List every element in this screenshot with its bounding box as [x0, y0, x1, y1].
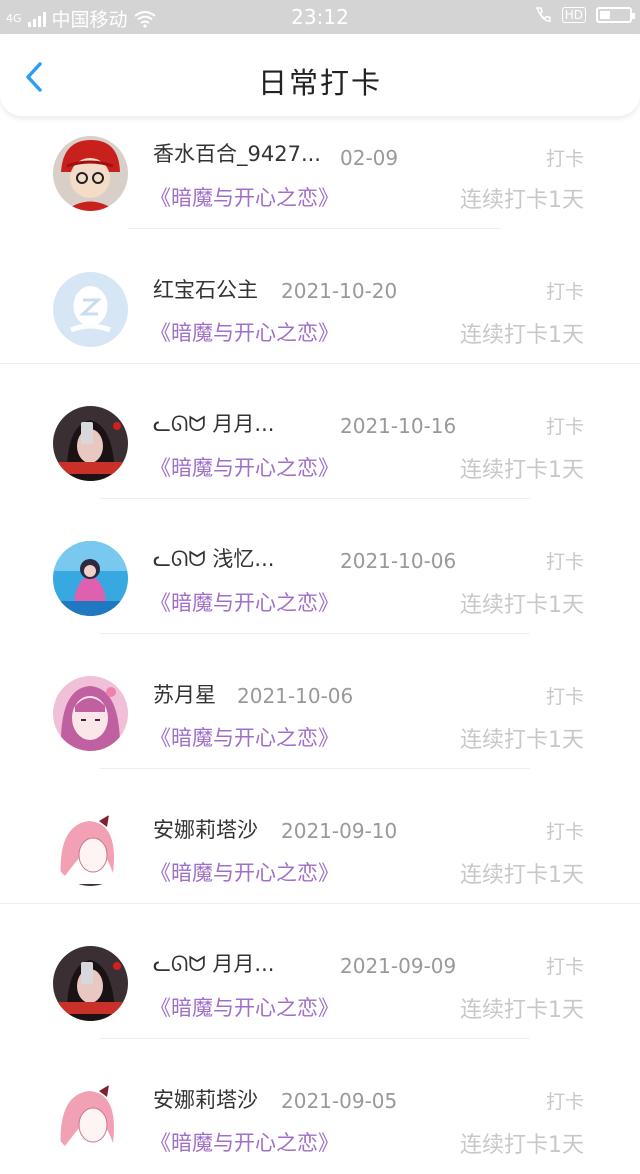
checkin-label: 打卡 [545, 686, 584, 708]
streak-text: 连续打卡1天 [460, 1133, 584, 1158]
book-title[interactable]: 《暗魔与开心之恋》 [150, 857, 339, 887]
hd-icon: HD [561, 7, 586, 23]
checkin-date: 2021-10-20 [281, 279, 398, 303]
status-bar: 4G 中国移动 23:12 HD [0, 0, 640, 34]
checkin-label: 打卡 [545, 956, 584, 978]
decorative-symbol: ᓚᘏᗢ [153, 952, 213, 976]
list-item[interactable]: 香水百合_9427... 02-09 打卡 《暗魔与开心之恋》 连续打卡1天 [0, 116, 640, 229]
list-item[interactable]: ᓚᘏᗢ 月月... 2021-09-09 打卡 《暗魔与开心之恋》 连续打卡1天 [0, 904, 640, 1039]
checkin-date: 02-09 [340, 146, 399, 170]
phone-icon [535, 7, 551, 22]
checkin-label: 打卡 [545, 416, 584, 438]
checkin-date: 2021-10-16 [340, 414, 457, 438]
book-title[interactable]: 《暗魔与开心之恋》 [150, 992, 339, 1022]
book-title[interactable]: 《暗魔与开心之恋》 [150, 1127, 339, 1157]
user-name: 苏月星 [153, 683, 216, 707]
checkin-date: 2021-10-06 [340, 549, 457, 573]
book-title[interactable]: 《暗魔与开心之恋》 [150, 722, 339, 752]
avatar-pink-hair-icon [53, 811, 128, 886]
user-name: ᓚᘏᗢ 月月... [153, 952, 275, 976]
checkin-date: 2021-10-06 [237, 684, 354, 708]
avatar-pink-anime-icon [53, 676, 128, 751]
status-right: HD [534, 6, 635, 24]
list-item[interactable]: ᓚᘏᗢ 月月... 2021-10-16 打卡 《暗魔与开心之恋》 连续打卡1天 [0, 364, 640, 499]
list-item[interactable]: 安娜莉塔沙 2021-09-10 打卡 《暗魔与开心之恋》 连续打卡1天 [0, 769, 640, 904]
decorative-symbol: ᓚᘏᗢ [153, 412, 213, 436]
checkin-label: 打卡 [545, 1091, 584, 1113]
list-item[interactable]: 安娜莉塔沙 2021-09-05 打卡 《暗魔与开心之恋》 连续打卡1天 [0, 1039, 640, 1174]
streak-text: 连续打卡1天 [460, 593, 584, 618]
list-item[interactable]: 苏月星 2021-10-06 打卡 《暗魔与开心之恋》 连续打卡1天 [0, 634, 640, 769]
user-name: 安娜莉塔沙 [153, 818, 258, 842]
decorative-symbol: ᓚᘏᗢ [153, 547, 213, 571]
streak-text: 连续打卡1天 [460, 728, 584, 753]
book-title[interactable]: 《暗魔与开心之恋》 [150, 182, 339, 212]
checkin-label: 打卡 [545, 551, 584, 573]
avatar-red-hat-icon [53, 136, 128, 211]
battery-level [600, 11, 610, 19]
book-title[interactable]: 《暗魔与开心之恋》 [150, 452, 339, 482]
streak-text: 连续打卡1天 [460, 458, 584, 483]
user-name: ᓚᘏᗢ 浅忆... [153, 547, 275, 571]
user-name: 香水百合_9427... [153, 142, 321, 166]
avatar-pink-hair-icon [53, 1081, 128, 1156]
list-item[interactable]: 红宝石公主 2021-10-20 打卡 《暗魔与开心之恋》 连续打卡1天 [0, 229, 640, 364]
checkin-list: 香水百合_9427... 02-09 打卡 《暗魔与开心之恋》 连续打卡1天 红… [0, 116, 640, 1174]
avatar-girl-photo-icon [53, 406, 128, 481]
battery-icon [596, 7, 635, 23]
streak-text: 连续打卡1天 [460, 863, 584, 888]
nav-bar: 日常打卡 [0, 34, 640, 116]
book-title[interactable]: 《暗魔与开心之恋》 [150, 317, 339, 347]
page-title: 日常打卡 [257, 66, 382, 100]
book-title[interactable]: 《暗魔与开心之恋》 [150, 587, 339, 617]
streak-text: 连续打卡1天 [460, 188, 584, 213]
user-name: 红宝石公主 [153, 278, 258, 302]
user-name: ᓚᘏᗢ 月月... [153, 412, 275, 436]
checkin-date: 2021-09-10 [281, 819, 398, 843]
checkin-label: 打卡 [545, 148, 584, 170]
list-item[interactable]: ᓚᘏᗢ 浅忆... 2021-10-06 打卡 《暗魔与开心之恋》 连续打卡1天 [0, 499, 640, 634]
checkin-date: 2021-09-09 [340, 954, 457, 978]
streak-text: 连续打卡1天 [460, 998, 584, 1023]
user-name: 安娜莉塔沙 [153, 1088, 258, 1112]
avatar-girl-photo-icon [53, 946, 128, 1021]
streak-text: 连续打卡1天 [460, 323, 584, 348]
avatar-default-icon [53, 272, 128, 347]
checkin-date: 2021-09-05 [281, 1089, 398, 1113]
checkin-label: 打卡 [545, 821, 584, 843]
avatar-blue-girl-icon [53, 541, 128, 616]
checkin-label: 打卡 [545, 281, 584, 303]
